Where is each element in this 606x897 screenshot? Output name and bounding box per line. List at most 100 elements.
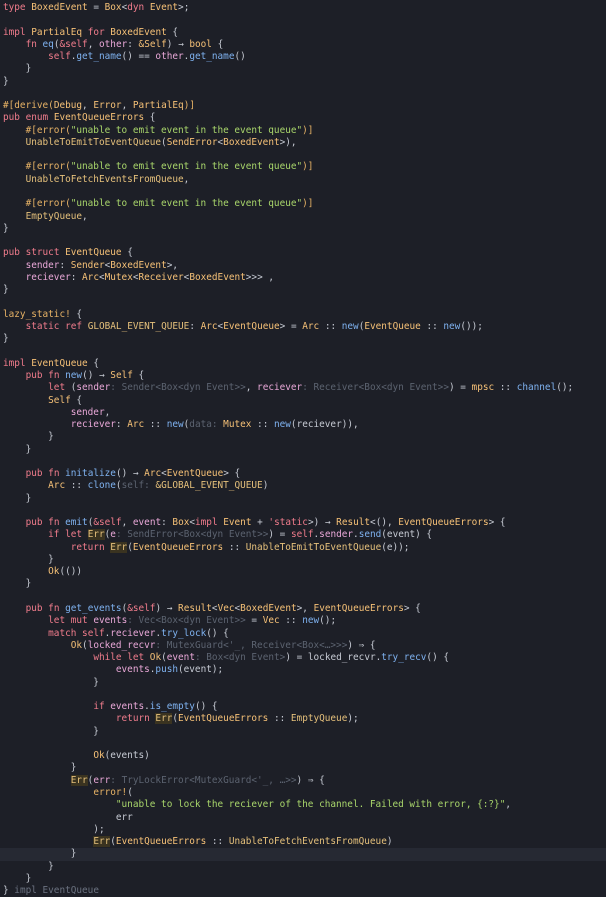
code-token: >), xyxy=(279,136,297,148)
code-line[interactable]: events.push(event); xyxy=(0,664,606,676)
code-line[interactable]: fn eq(&self, other: &Self) → bool { xyxy=(0,39,606,51)
code-line[interactable]: Err(EventQueueErrors :: UnableToFetchEve… xyxy=(0,836,606,848)
code-line[interactable]: let (sender: Sender<Box<dyn Event>>, rec… xyxy=(0,382,606,394)
code-token: (reciever)), xyxy=(290,419,359,431)
code-line[interactable]: UnableToFetchEventsFromQueue, xyxy=(0,174,606,186)
code-line[interactable]: reciever: Arc :: new(data: Mutex :: new(… xyxy=(0,419,606,431)
code-line[interactable]: pub enum EventQueueErrors { xyxy=(0,112,606,124)
code-line[interactable]: ); xyxy=(0,824,606,836)
code-line[interactable]: } xyxy=(0,76,606,88)
code-line[interactable]: } xyxy=(0,677,606,689)
code-line[interactable]: Self { xyxy=(0,395,606,407)
code-line[interactable]: } xyxy=(0,726,606,738)
code-line[interactable]: } xyxy=(0,873,606,885)
code-line[interactable]: } xyxy=(0,431,606,443)
code-line[interactable] xyxy=(0,186,606,198)
code-line[interactable]: type BoxedEvent = Box<dyn Event>; xyxy=(0,2,606,14)
code-line[interactable]: #[error("unable to emit event in the eve… xyxy=(0,161,606,173)
code-token: (event); xyxy=(178,664,224,676)
code-token: ) = locked_recvr. xyxy=(285,652,382,664)
code-token: > { xyxy=(223,468,241,480)
code-line[interactable]: Err(err: TryLockError<MutexGuard<'_, …>>… xyxy=(0,774,606,787)
code-line[interactable] xyxy=(0,296,606,308)
code-line[interactable]: } xyxy=(0,284,606,296)
code-token: fn xyxy=(48,468,60,480)
code-line[interactable]: } xyxy=(0,63,606,75)
code-token: } xyxy=(3,578,32,590)
code-token: () { xyxy=(194,701,218,713)
code-token: { xyxy=(87,357,99,369)
code-line[interactable]: sender: Sender<BoxedEvent>, xyxy=(0,260,606,272)
code-line[interactable]: if events.is_empty() { xyxy=(0,701,606,713)
code-line[interactable] xyxy=(0,149,606,161)
code-line[interactable]: return Err(EventQueueErrors :: EmptyQueu… xyxy=(0,713,606,725)
code-line[interactable] xyxy=(0,591,606,603)
code-line[interactable]: } xyxy=(0,444,606,456)
code-line[interactable] xyxy=(0,689,606,701)
code-line[interactable]: let mut events: Vec<Box<dyn Event>> = Ve… xyxy=(0,615,606,627)
code-line[interactable]: error!( xyxy=(0,787,606,799)
code-line[interactable]: } xyxy=(0,223,606,235)
code-token: "unable to emit event in the event queue… xyxy=(70,198,303,210)
code-line[interactable]: #[derive(Debug, Error, PartialEq)] xyxy=(0,100,606,112)
code-line[interactable]: } impl EventQueue xyxy=(0,885,606,897)
code-line[interactable]: err xyxy=(0,812,606,824)
code-line[interactable]: while let Ok(event: Box<dyn Event>) = lo… xyxy=(0,652,606,664)
code-line[interactable] xyxy=(0,345,606,357)
code-token: pub xyxy=(3,247,20,259)
code-line[interactable]: reciever: Arc<Mutex<Receiver<BoxedEvent>… xyxy=(0,272,606,284)
code-line[interactable]: static ref GLOBAL_EVENT_QUEUE: Arc<Event… xyxy=(0,321,606,333)
code-line[interactable]: "unable to lock the reciever of the chan… xyxy=(0,799,606,811)
code-line[interactable]: Arc :: clone(self: &GLOBAL_EVENT_QUEUE) xyxy=(0,480,606,492)
code-line[interactable]: Ok(events) xyxy=(0,750,606,762)
code-token: } xyxy=(3,553,54,565)
code-line[interactable]: if let Err(e: SendError<Box<dyn Event>>)… xyxy=(0,529,606,541)
code-line[interactable]: Ok(()) xyxy=(0,566,606,578)
code-token: for xyxy=(87,26,105,38)
code-line[interactable]: } xyxy=(0,333,606,345)
code-line[interactable]: UnableToEmitToEventQueue(SendError<Boxed… xyxy=(0,137,606,149)
code-token: Arc xyxy=(144,468,162,480)
code-token: EventQueueErrors xyxy=(132,541,224,553)
code-line[interactable]: pub fn emit(&self, event: Box<impl Event… xyxy=(0,517,606,529)
code-line[interactable] xyxy=(0,738,606,750)
code-line[interactable]: #[error("unable to emit event in the eve… xyxy=(0,198,606,210)
code-token: ); xyxy=(347,713,359,725)
code-line[interactable] xyxy=(0,456,606,468)
code-line[interactable] xyxy=(0,88,606,100)
code-line[interactable]: } xyxy=(0,848,606,861)
code-line[interactable] xyxy=(0,505,606,517)
code-line[interactable] xyxy=(0,235,606,247)
code-line[interactable]: match self.reciever.try_lock() { xyxy=(0,628,606,640)
code-line[interactable] xyxy=(0,14,606,26)
code-token: TryLockError<MutexGuard<'_, …>> xyxy=(121,774,297,786)
code-editor[interactable]: type BoxedEvent = Box<dyn Event>; impl Pa… xyxy=(0,0,606,896)
code-line[interactable]: EmptyQueue, xyxy=(0,211,606,223)
code-line[interactable]: self.get_name() == other.get_name() xyxy=(0,51,606,63)
code-token: try_lock xyxy=(161,627,207,639)
code-line[interactable]: impl PartialEq for BoxedEvent { xyxy=(0,27,606,39)
code-line[interactable]: sender, xyxy=(0,407,606,419)
code-line[interactable]: #[error("unable to emit event in the eve… xyxy=(0,125,606,137)
code-line[interactable]: } xyxy=(0,578,606,590)
code-line[interactable]: } xyxy=(0,554,606,566)
code-line[interactable]: return Err(EventQueueErrors :: UnableToE… xyxy=(0,541,606,554)
code-line[interactable]: } xyxy=(0,762,606,774)
code-line[interactable]: Ok(locked_recvr: MutexGuard<'_, Receiver… xyxy=(0,640,606,652)
code-token: Vec xyxy=(262,615,280,627)
code-token: SendError xyxy=(166,136,218,148)
code-line[interactable]: } xyxy=(0,861,606,873)
code-line[interactable]: pub struct EventQueue { xyxy=(0,247,606,259)
code-line[interactable]: lazy_static! { xyxy=(0,309,606,321)
code-token: while xyxy=(93,652,122,664)
code-token: :: xyxy=(319,320,342,332)
code-line[interactable]: pub fn get_events(&self) → Result<Vec<Bo… xyxy=(0,603,606,615)
code-line[interactable]: impl EventQueue { xyxy=(0,358,606,370)
code-token: (events) xyxy=(104,750,150,762)
code-line[interactable]: pub fn new() → Self { xyxy=(0,370,606,382)
code-line[interactable]: } xyxy=(0,493,606,505)
code-line[interactable]: pub fn initalize() → Arc<EventQueue> { xyxy=(0,468,606,480)
